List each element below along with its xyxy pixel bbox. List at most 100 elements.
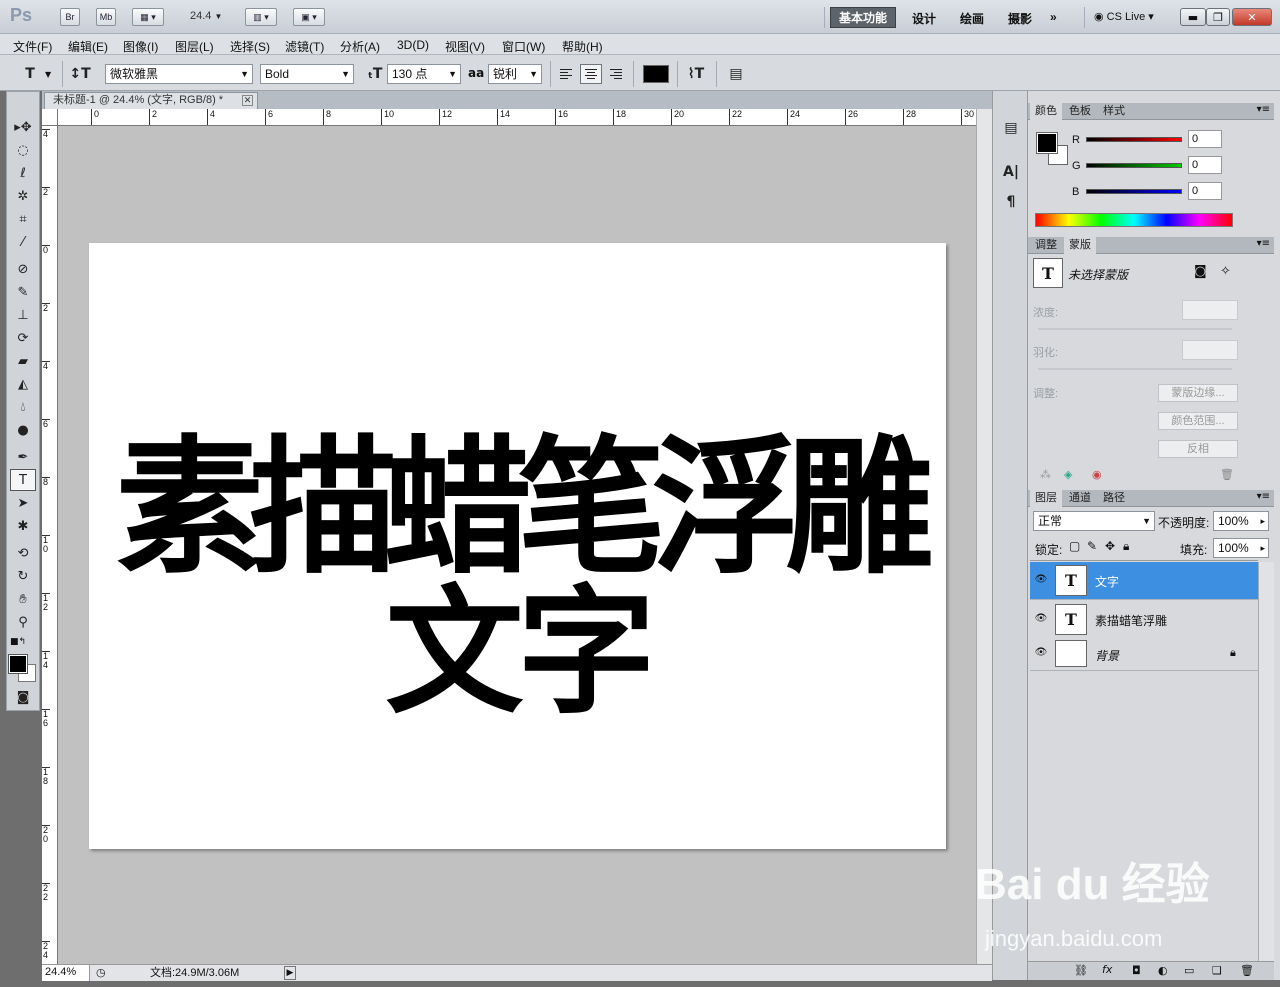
new-group-icon[interactable]: ▭: [1184, 964, 1194, 977]
tab-styles[interactable]: 样式: [1098, 103, 1130, 120]
quick-select-tool-icon[interactable]: ✲: [10, 185, 36, 207]
menu-window[interactable]: 窗口(W): [502, 38, 545, 55]
menu-layer[interactable]: 图层(L): [175, 38, 214, 55]
green-value[interactable]: 0: [1188, 156, 1222, 174]
color-range-button[interactable]: 颜色范围...: [1158, 412, 1238, 430]
3d-rotate-tool-icon[interactable]: ⟲: [10, 542, 36, 564]
menu-edit[interactable]: 编辑(E): [68, 38, 108, 55]
align-right-button[interactable]: [605, 64, 627, 84]
paint-bucket-tool-icon[interactable]: ◭: [10, 373, 36, 395]
eyedropper-tool-icon[interactable]: ⁄: [10, 231, 36, 253]
mask-edge-button[interactable]: 蒙版边缘...: [1158, 384, 1238, 402]
feather-slider[interactable]: [1038, 368, 1232, 370]
move-tool-icon[interactable]: ▸✥: [10, 116, 36, 138]
dodge-tool-icon[interactable]: ●: [10, 419, 36, 441]
ruler-origin[interactable]: [42, 109, 58, 126]
default-colors-icon[interactable]: ■↰: [10, 637, 26, 647]
blue-value[interactable]: 0: [1188, 182, 1222, 200]
menu-analysis[interactable]: 分析(A): [340, 38, 380, 55]
restore-button[interactable]: ❐: [1206, 8, 1230, 26]
history-panel-icon[interactable]: ▤: [1001, 118, 1021, 138]
eraser-tool-icon[interactable]: ▰: [10, 350, 36, 372]
foreground-color-swatch[interactable]: [8, 654, 28, 674]
vertical-ruler[interactable]: 4 2 0 2 4 6 8 1 0 1 2 1 4 1 6 1 8 2 0 2 2 2 4: [42, 126, 58, 964]
density-slider[interactable]: [1038, 328, 1232, 330]
fill-field[interactable]: 100% ▸: [1213, 538, 1269, 558]
panel-menu-icon[interactable]: ▾≡: [1257, 238, 1270, 249]
mini-bridge-button[interactable]: Mb: [96, 8, 116, 26]
character-panel-icon[interactable]: A|: [1001, 162, 1021, 182]
tab-adjustments[interactable]: 调整: [1030, 237, 1062, 254]
eye-icon[interactable]: 👁︎: [1034, 612, 1048, 626]
lock-image-icon[interactable]: ✎: [1087, 539, 1097, 553]
eye-icon[interactable]: 👁︎: [1034, 573, 1048, 587]
text-color-swatch[interactable]: [643, 65, 669, 83]
menu-image[interactable]: 图像(I): [123, 38, 158, 55]
link-layers-icon[interactable]: ⛓︎: [1074, 964, 1088, 977]
anti-alias-select[interactable]: 锐利 ▼: [488, 64, 542, 84]
clone-stamp-tool-icon[interactable]: ⊥: [10, 304, 36, 326]
blue-slider[interactable]: [1086, 189, 1182, 194]
zoom-level-select[interactable]: 24.4 ▼: [190, 10, 222, 22]
font-size-select[interactable]: 130 点 ▼: [387, 64, 461, 84]
pen-tool-icon[interactable]: ✒: [10, 446, 36, 468]
disable-mask-icon[interactable]: ◉: [1092, 468, 1102, 481]
menu-3d[interactable]: 3D(D): [397, 38, 429, 52]
shape-tool-icon[interactable]: ✱: [10, 515, 36, 537]
layer-style-icon[interactable]: fx: [1102, 963, 1112, 976]
vertical-scrollbar[interactable]: [976, 109, 992, 964]
eye-icon[interactable]: 👁︎: [1034, 646, 1048, 660]
lock-all-icon[interactable]: 🔒︎: [1123, 539, 1129, 554]
color-fg-swatch[interactable]: [1036, 132, 1058, 154]
character-panel-icon[interactable]: ▤: [726, 64, 746, 84]
layers-scrollbar[interactable]: [1258, 562, 1274, 961]
chevron-right-icon[interactable]: ▶: [284, 966, 296, 980]
color-spectrum[interactable]: [1035, 213, 1233, 227]
blend-mode-select[interactable]: 正常 ▼: [1033, 511, 1155, 531]
lasso-tool-icon[interactable]: ℓ: [10, 162, 36, 184]
document-canvas[interactable]: 素描蜡笔浮雕 文字: [89, 243, 946, 849]
canvas-text-line-1[interactable]: 素描蜡笔浮雕: [89, 423, 946, 593]
zoom-field[interactable]: 24.4%: [42, 965, 90, 981]
menu-file[interactable]: 文件(F): [13, 38, 52, 55]
zoom-tool-icon[interactable]: ⚲: [10, 611, 36, 633]
workspace-painting[interactable]: 绘画: [960, 10, 984, 27]
tab-paths[interactable]: 路径: [1098, 490, 1130, 507]
add-mask-icon[interactable]: ◘: [1132, 964, 1141, 977]
tab-masks[interactable]: 蒙版: [1064, 237, 1096, 254]
align-left-button[interactable]: [555, 64, 577, 84]
workspace-photography[interactable]: 摄影: [1008, 10, 1032, 27]
workspace-design[interactable]: 设计: [912, 10, 936, 27]
paragraph-panel-icon[interactable]: ¶: [1001, 192, 1021, 212]
close-button[interactable]: ✕: [1232, 8, 1272, 26]
close-icon[interactable]: ✕: [242, 95, 253, 106]
tab-swatches[interactable]: 色板: [1064, 103, 1096, 120]
layer-row[interactable]: 👁︎ T 素描蜡笔浮雕: [1030, 601, 1258, 639]
menu-select[interactable]: 选择(S): [230, 38, 270, 55]
hand-tool-icon[interactable]: ✋︎: [10, 588, 36, 610]
history-brush-tool-icon[interactable]: ⟳: [10, 327, 36, 349]
minimize-button[interactable]: ▬: [1180, 8, 1206, 26]
workspace-more-button[interactable]: »: [1050, 10, 1057, 24]
vector-mask-icon[interactable]: ✧: [1220, 264, 1231, 279]
layer-row[interactable]: 👁︎ T 文字: [1030, 562, 1258, 600]
tab-color[interactable]: 颜色: [1030, 103, 1062, 120]
3d-orbit-tool-icon[interactable]: ↻: [10, 565, 36, 587]
healing-brush-tool-icon[interactable]: ⊘: [10, 258, 36, 280]
blur-tool-icon[interactable]: 💧︎: [10, 396, 36, 418]
document-tab[interactable]: 未标题-1 @ 24.4% (文字, RGB/8) * ✕: [44, 92, 258, 109]
lock-transparent-icon[interactable]: ▢: [1069, 539, 1080, 553]
opacity-field[interactable]: 100% ▸: [1213, 511, 1269, 531]
view-extras-button[interactable]: ▦ ▾: [132, 8, 164, 26]
menu-filter[interactable]: 滤镜(T): [285, 38, 324, 55]
arrange-documents-button[interactable]: ▥ ▾: [245, 8, 277, 26]
tab-channels[interactable]: 通道: [1064, 490, 1096, 507]
layer-row[interactable]: 👁︎ 背景 🔒︎: [1030, 637, 1258, 671]
cs-live-button[interactable]: ◉ CS Live ▾: [1094, 10, 1154, 23]
green-slider[interactable]: [1086, 163, 1182, 168]
panel-menu-icon[interactable]: ▾≡: [1257, 104, 1270, 115]
tab-layers[interactable]: 图层: [1030, 490, 1062, 507]
align-center-button[interactable]: [580, 64, 602, 84]
pixel-mask-icon[interactable]: ◙: [1194, 264, 1207, 279]
lock-position-icon[interactable]: ✥: [1105, 539, 1115, 553]
